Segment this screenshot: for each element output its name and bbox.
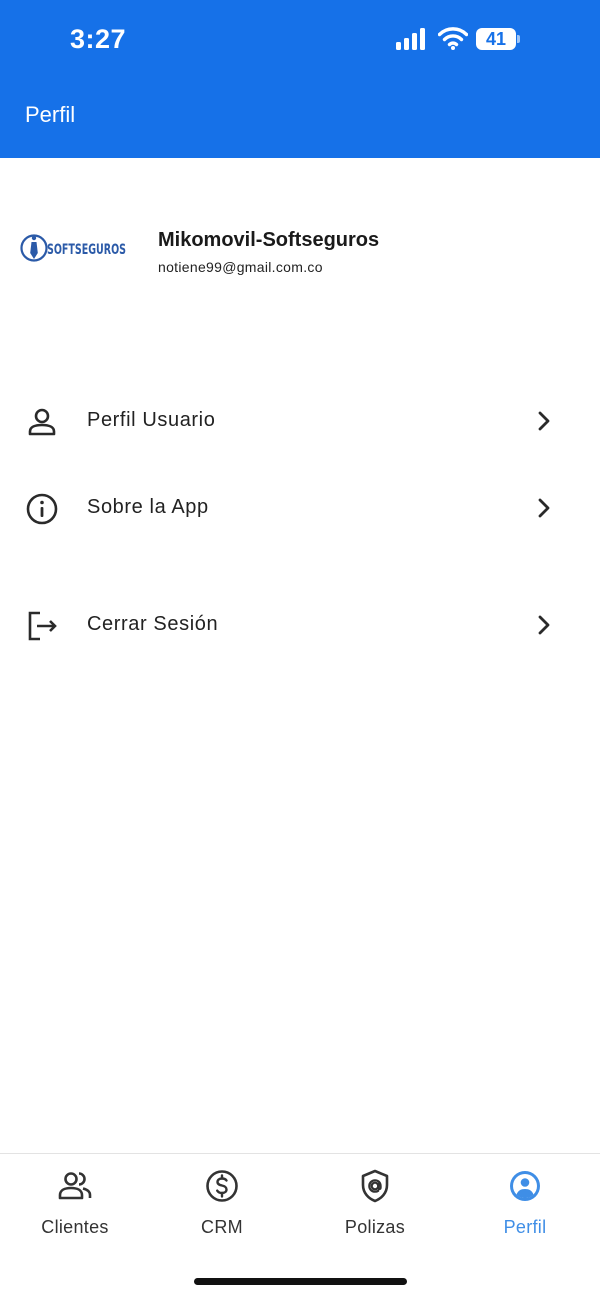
battery-indicator: 41 — [476, 28, 516, 50]
tab-label: Perfil — [503, 1217, 547, 1237]
tab-label: Clientes — [41, 1217, 109, 1237]
app-header: 3:27 41 Perfil — [0, 0, 600, 158]
profile-circle-icon — [510, 1171, 540, 1201]
battery-tip — [517, 35, 520, 43]
signal-icon — [396, 28, 425, 50]
menu-label: Cerrar Sesión — [87, 613, 219, 635]
tab-label: Polizas — [344, 1217, 406, 1237]
tab-crm[interactable]: CRM — [147, 1154, 297, 1254]
tab-polizas[interactable]: Polizas — [300, 1154, 450, 1254]
menu-label: Sobre la App — [87, 496, 209, 518]
person-icon — [28, 408, 56, 436]
status-time: 3:27 — [70, 24, 127, 54]
info-icon — [26, 493, 58, 525]
tab-label: CRM — [201, 1217, 243, 1237]
profile-summary: SOFTSEGUROS Mikomovil-Softseguros notien… — [0, 215, 600, 285]
users-icon — [58, 1172, 92, 1200]
menu-item-cerrar-sesion[interactable]: Cerrar Sesión — [0, 592, 600, 656]
logout-icon — [28, 611, 57, 641]
page-title: Perfil — [25, 102, 76, 127]
shield-at-icon — [361, 1169, 389, 1203]
menu-item-perfil-usuario[interactable]: Perfil Usuario — [0, 388, 600, 452]
tab-clientes[interactable]: Clientes — [0, 1154, 150, 1254]
profile-email: notiene99@gmail.com.co — [158, 259, 323, 275]
chevron-right-icon — [538, 411, 550, 431]
softseguros-logo: SOFTSEGUROS — [20, 234, 126, 262]
profile-name: Mikomovil-Softseguros — [158, 229, 380, 251]
chevron-right-icon — [538, 498, 550, 518]
menu-label: Perfil Usuario — [87, 409, 216, 431]
home-indicator — [194, 1278, 407, 1285]
dollar-circle-icon — [206, 1170, 238, 1202]
svg-text:SOFTSEGUROS: SOFTSEGUROS — [47, 242, 126, 258]
tab-perfil[interactable]: Perfil — [450, 1154, 600, 1254]
chevron-right-icon — [538, 615, 550, 635]
wifi-icon — [438, 27, 468, 50]
menu-item-sobre-la-app[interactable]: Sobre la App — [0, 475, 600, 539]
